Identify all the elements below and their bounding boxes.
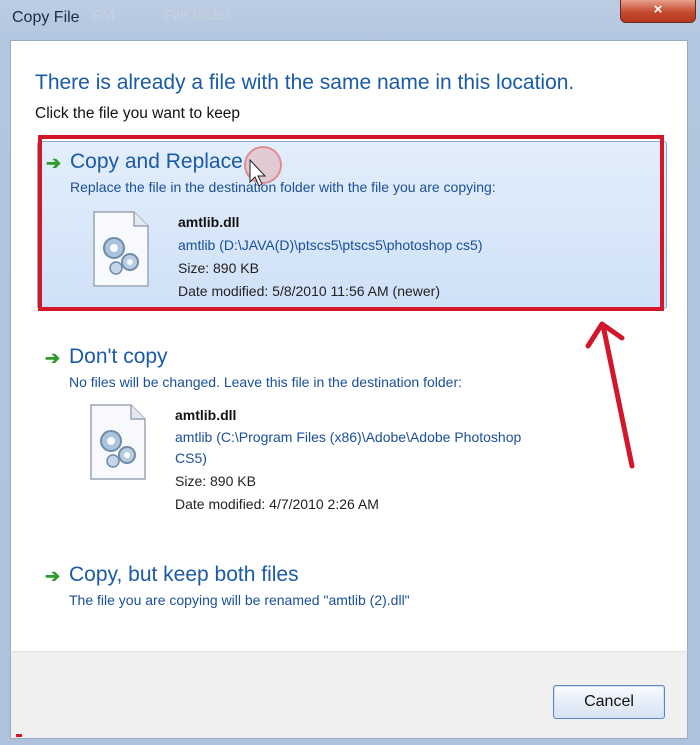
annotation-mark <box>16 734 22 737</box>
copy-file-dialog: Copy File PM File folder × There is alre… <box>0 0 700 745</box>
annotation-arrow <box>249 158 635 469</box>
